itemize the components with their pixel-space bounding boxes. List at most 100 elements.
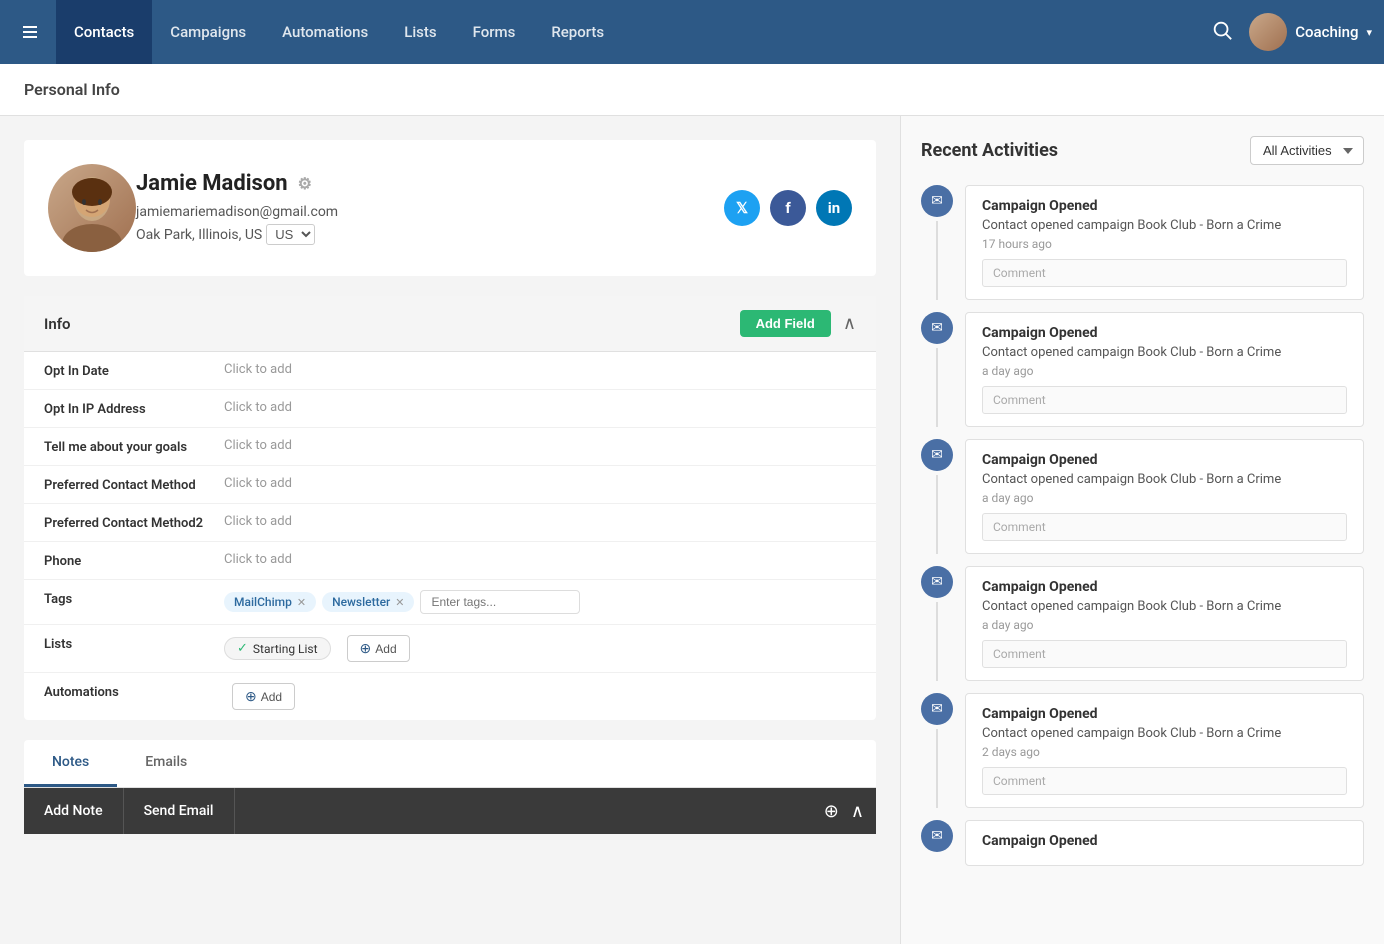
comment-field[interactable]: Comment bbox=[982, 640, 1347, 668]
info-table: Opt In Date Click to add Opt In IP Addre… bbox=[24, 352, 876, 720]
coaching-label: Coaching bbox=[1295, 23, 1358, 41]
info-section-title: Info bbox=[44, 315, 71, 333]
activity-email-icon: ✉ bbox=[921, 566, 953, 598]
activity-connector bbox=[936, 602, 938, 681]
collapse-icon[interactable]: ∧ bbox=[843, 313, 856, 334]
top-nav: Contacts Campaigns Automations Lists For… bbox=[0, 0, 1384, 64]
activity-email-icon: ✉ bbox=[921, 439, 953, 471]
info-row-tags: Tags MailChimp ✕ Newsletter ✕ bbox=[24, 580, 876, 625]
plus-toolbar-icon[interactable]: ⊕ bbox=[824, 801, 839, 822]
info-row-lists: Lists ✓ Starting List ⊕ Add bbox=[24, 625, 876, 673]
contact-location: Oak Park, Illinois, US US bbox=[136, 224, 724, 245]
left-panel: Jamie Madison ⚙ jamiemariemadison@gmail.… bbox=[0, 116, 900, 944]
activity-item: ✉ Campaign Opened Contact opened campaig… bbox=[921, 693, 1364, 808]
activity-card: Campaign Opened Contact opened campaign … bbox=[965, 185, 1364, 300]
main-layout: Jamie Madison ⚙ jamiemariemadison@gmail.… bbox=[0, 116, 1384, 944]
tag-newsletter-remove[interactable]: ✕ bbox=[395, 596, 404, 609]
info-header: Info Add Field ∧ bbox=[24, 296, 876, 352]
tag-mailchimp: MailChimp ✕ bbox=[224, 592, 316, 612]
nav-item-campaigns[interactable]: Campaigns bbox=[152, 0, 264, 64]
activity-connector bbox=[936, 221, 938, 300]
gear-icon[interactable]: ⚙ bbox=[298, 174, 312, 193]
tabs-toolbar: Add Note Send Email ⊕ ∧ bbox=[24, 788, 876, 834]
recent-activities-title: Recent Activities bbox=[921, 140, 1058, 161]
activity-card: Campaign Opened bbox=[965, 820, 1364, 866]
activity-item: ✉ Campaign Opened Contact opened campaig… bbox=[921, 439, 1364, 554]
tab-notes[interactable]: Notes bbox=[24, 740, 117, 787]
automations-add-button[interactable]: ⊕ Add bbox=[232, 683, 295, 710]
activity-email-icon: ✉ bbox=[921, 693, 953, 725]
check-icon: ✓ bbox=[237, 641, 248, 656]
nav-item-automations[interactable]: Automations bbox=[264, 0, 386, 64]
right-panel: Recent Activities All Activities Emails … bbox=[900, 116, 1384, 944]
user-menu[interactable]: Coaching ▾ bbox=[1249, 13, 1372, 51]
twitter-button[interactable]: 𝕏 bbox=[724, 190, 760, 226]
info-row-phone: Phone Click to add bbox=[24, 542, 876, 580]
tabs-header: Notes Emails bbox=[24, 740, 876, 788]
nav-toggle-button[interactable] bbox=[12, 14, 48, 50]
info-row-opt-in-date: Opt In Date Click to add bbox=[24, 352, 876, 390]
add-field-button[interactable]: Add Field bbox=[740, 310, 831, 337]
activity-email-icon: ✉ bbox=[921, 185, 953, 217]
activities-filter[interactable]: All Activities Emails Campaigns Notes bbox=[1250, 136, 1364, 165]
search-icon[interactable] bbox=[1211, 19, 1233, 45]
personal-info-tab[interactable]: Personal Info bbox=[0, 64, 1384, 116]
info-row-contact-method2: Preferred Contact Method2 Click to add bbox=[24, 504, 876, 542]
nav-right: Coaching ▾ bbox=[1211, 13, 1372, 51]
activity-email-icon: ✉ bbox=[921, 820, 953, 852]
plus-icon: ⊕ bbox=[245, 688, 257, 705]
right-panel-header: Recent Activities All Activities Emails … bbox=[921, 136, 1364, 165]
nav-item-reports[interactable]: Reports bbox=[533, 0, 622, 64]
activity-card: Campaign Opened Contact opened campaign … bbox=[965, 693, 1364, 808]
chevron-up-icon[interactable]: ∧ bbox=[851, 801, 864, 822]
comment-field[interactable]: Comment bbox=[982, 386, 1347, 414]
list-badge-starting: ✓ Starting List bbox=[224, 637, 331, 660]
comment-field[interactable]: Comment bbox=[982, 767, 1347, 795]
tag-input[interactable] bbox=[420, 590, 580, 614]
nav-items: Contacts Campaigns Automations Lists For… bbox=[56, 0, 1211, 64]
info-row-opt-in-ip: Opt In IP Address Click to add bbox=[24, 390, 876, 428]
tag-newsletter: Newsletter ✕ bbox=[322, 592, 414, 612]
contact-avatar bbox=[48, 164, 136, 252]
activity-item: ✉ Campaign Opened Contact opened campaig… bbox=[921, 312, 1364, 427]
nav-item-contacts[interactable]: Contacts bbox=[56, 0, 152, 64]
nav-item-lists[interactable]: Lists bbox=[386, 0, 454, 64]
activity-email-icon: ✉ bbox=[921, 312, 953, 344]
plus-icon: ⊕ bbox=[360, 640, 372, 657]
info-row-contact-method: Preferred Contact Method Click to add bbox=[24, 466, 876, 504]
chevron-down-icon: ▾ bbox=[1366, 26, 1372, 39]
contact-email: jamiemariemadison@gmail.com bbox=[136, 204, 724, 220]
activity-list: ✉ Campaign Opened Contact opened campaig… bbox=[921, 185, 1364, 878]
avatar bbox=[1249, 13, 1287, 51]
comment-field[interactable]: Comment bbox=[982, 259, 1347, 287]
facebook-button[interactable]: f bbox=[770, 190, 806, 226]
tags-row: MailChimp ✕ Newsletter ✕ bbox=[224, 590, 856, 614]
info-header-right: Add Field ∧ bbox=[740, 310, 856, 337]
activity-connector bbox=[936, 348, 938, 427]
activity-card: Campaign Opened Contact opened campaign … bbox=[965, 312, 1364, 427]
send-email-button[interactable]: Send Email bbox=[124, 788, 235, 834]
activity-card: Campaign Opened Contact opened campaign … bbox=[965, 566, 1364, 681]
bottom-tabs-section: Notes Emails Add Note Send Email ⊕ ∧ bbox=[24, 740, 876, 834]
add-note-button[interactable]: Add Note bbox=[24, 788, 124, 834]
info-row-goals: Tell me about your goals Click to add bbox=[24, 428, 876, 466]
location-select[interactable]: US bbox=[266, 224, 315, 245]
contact-name: Jamie Madison ⚙ bbox=[136, 171, 724, 196]
activity-item: ✉ Campaign Opened Contact opened campaig… bbox=[921, 185, 1364, 300]
activity-connector bbox=[936, 729, 938, 808]
activity-card: Campaign Opened Contact opened campaign … bbox=[965, 439, 1364, 554]
activity-item: ✉ Campaign Opened bbox=[921, 820, 1364, 866]
contact-details: Jamie Madison ⚙ jamiemariemadison@gmail.… bbox=[136, 171, 724, 245]
toolbar-right: ⊕ ∧ bbox=[824, 801, 876, 822]
tag-mailchimp-remove[interactable]: ✕ bbox=[297, 596, 306, 609]
comment-field[interactable]: Comment bbox=[982, 513, 1347, 541]
activity-connector bbox=[936, 475, 938, 554]
nav-item-forms[interactable]: Forms bbox=[455, 0, 534, 64]
social-icons: 𝕏 f in bbox=[724, 190, 852, 226]
info-section: Info Add Field ∧ Opt In Date Click to ad… bbox=[24, 296, 876, 720]
activity-item: ✉ Campaign Opened Contact opened campaig… bbox=[921, 566, 1364, 681]
lists-add-button[interactable]: ⊕ Add bbox=[347, 635, 410, 662]
linkedin-button[interactable]: in bbox=[816, 190, 852, 226]
tab-emails[interactable]: Emails bbox=[117, 740, 215, 787]
contact-header: Jamie Madison ⚙ jamiemariemadison@gmail.… bbox=[24, 140, 876, 276]
